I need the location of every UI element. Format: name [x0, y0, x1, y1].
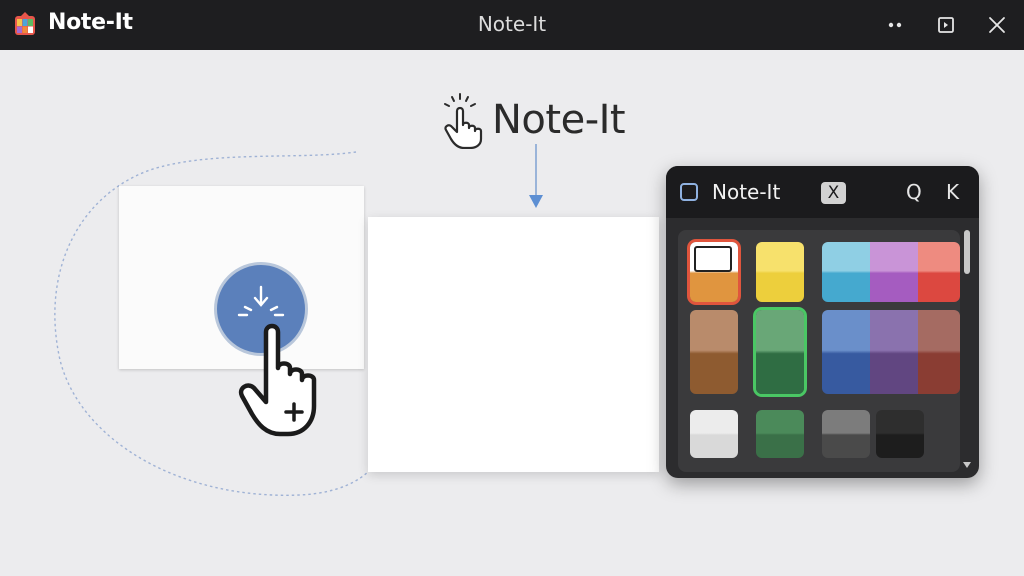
swatch-grid: [678, 230, 960, 472]
palette-title: Note-It: [712, 180, 781, 204]
more-button[interactable]: [880, 10, 910, 40]
tap-hand-icon: [444, 93, 483, 149]
more-icon: [888, 22, 902, 28]
title-bar[interactable]: Note-It Note-It: [0, 0, 1024, 50]
color-swatch-steel-blue[interactable]: [822, 310, 870, 394]
color-swatch-charcoal[interactable]: [876, 410, 924, 458]
hand-add-cursor-icon: [238, 323, 317, 437]
window-title: Note-It: [477, 12, 547, 36]
palette-scrollbar[interactable]: [962, 226, 972, 470]
color-swatch-gray[interactable]: [822, 410, 870, 458]
restore-button[interactable]: [931, 10, 961, 40]
palette-header[interactable]: Note-It X Q K: [666, 166, 979, 218]
scrollbar-thumb[interactable]: [964, 230, 970, 274]
color-palette-panel: Note-It X Q K: [666, 166, 979, 478]
color-swatch-tan-brown[interactable]: [690, 310, 738, 394]
scroll-down-icon[interactable]: [963, 462, 971, 468]
color-swatch-violet[interactable]: [870, 310, 918, 394]
palette-checkbox[interactable]: [680, 183, 698, 201]
color-swatch-light-blue[interactable]: [822, 242, 870, 302]
swatch-white-top: [694, 246, 732, 272]
palette-close-button[interactable]: X: [821, 182, 846, 204]
close-icon: [989, 17, 1005, 33]
app-logo-icon: [15, 12, 35, 35]
color-swatch-light-gray[interactable]: [690, 410, 738, 458]
canvas-heading: Note-It: [440, 88, 626, 152]
close-button[interactable]: [982, 10, 1012, 40]
heading-title: Note-It: [492, 97, 626, 143]
color-swatch-dark-green[interactable]: [756, 410, 804, 458]
color-swatch-white-orange[interactable]: [690, 242, 738, 302]
color-swatch-purple[interactable]: [870, 242, 918, 302]
restore-icon: [938, 17, 954, 33]
color-swatch-green[interactable]: [756, 310, 804, 394]
app-name: Note-It: [48, 10, 133, 35]
color-swatch-yellow[interactable]: [756, 242, 804, 302]
palette-extra-button[interactable]: K: [946, 180, 959, 204]
sticky-note-center[interactable]: [368, 217, 659, 472]
palette-search-button[interactable]: Q: [906, 180, 922, 204]
color-swatch-maroon[interactable]: [918, 310, 960, 394]
app-window: Note-It Note-It Note-It Note-It X Q K: [0, 0, 1024, 576]
color-swatch-red[interactable]: [918, 242, 960, 302]
down-arrow-icon: [529, 144, 543, 208]
